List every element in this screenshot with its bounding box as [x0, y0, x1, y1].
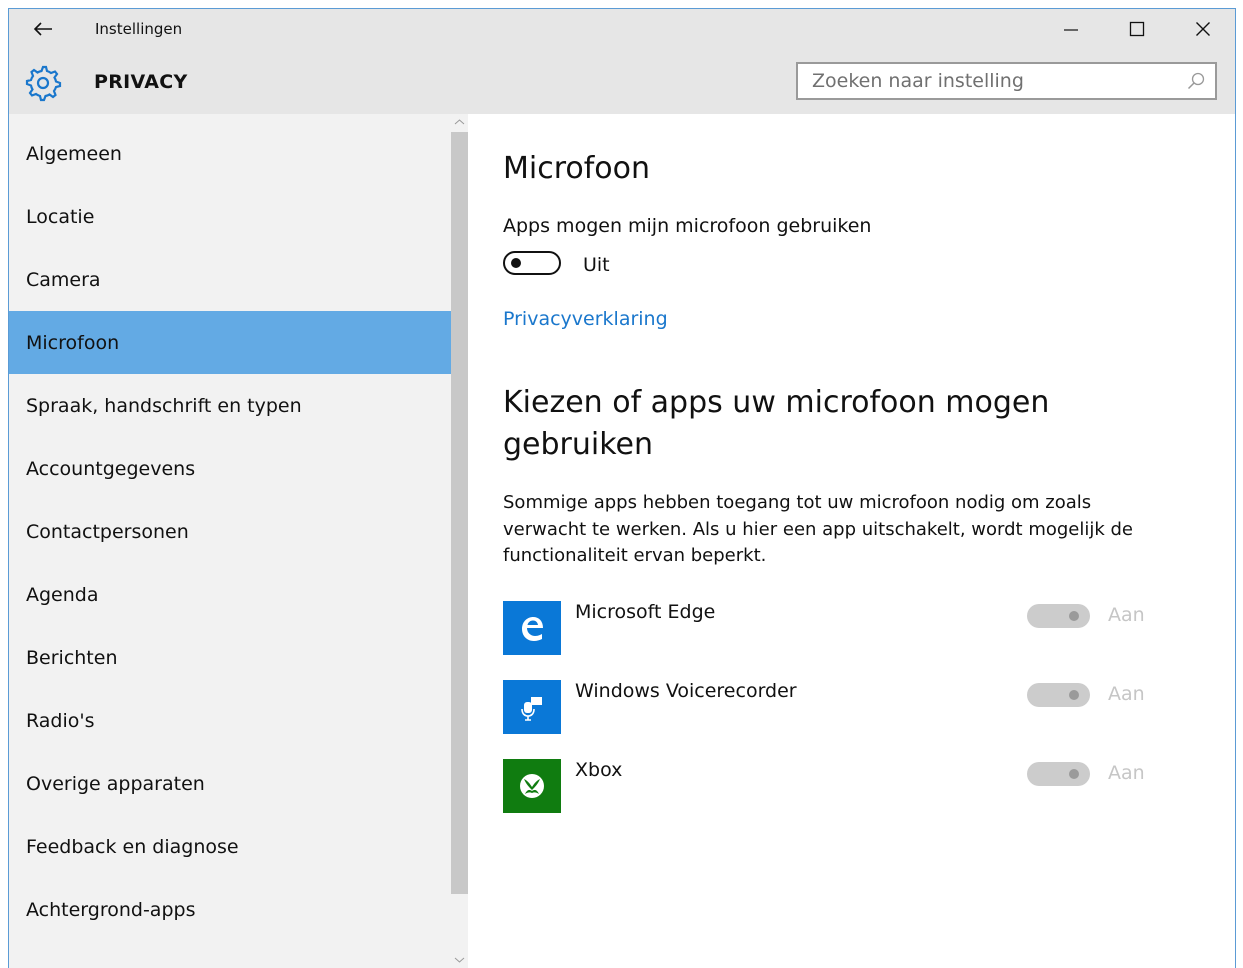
sidebar-item-label: Contactpersonen — [26, 520, 189, 543]
sidebar-item-algemeen[interactable]: Algemeen — [9, 122, 451, 185]
scrollbar-thumb[interactable] — [451, 132, 468, 894]
sidebar-item-label: Accountgegevens — [26, 457, 196, 480]
sidebar-item-locatie[interactable]: Locatie — [9, 185, 451, 248]
scroll-up-icon[interactable] — [454, 118, 465, 126]
section-heading: Microfoon — [503, 151, 651, 186]
apps-section-heading: Kiezen of apps uw microfoon mogen gebrui… — [503, 385, 1050, 462]
sidebar-item-radios[interactable]: Radio's — [9, 689, 451, 752]
app-name: Windows Voicerecorder — [575, 680, 797, 702]
microphone-setting-label: Apps mogen mijn microfoon gebruiken — [503, 215, 872, 237]
main-content: Microfoon Apps mogen mijn microfoon gebr… — [468, 114, 1235, 968]
maximize-icon — [1129, 21, 1145, 37]
sidebar-item-label: Locatie — [26, 205, 95, 228]
sidebar-item-berichten[interactable]: Berichten — [9, 626, 451, 689]
sidebar-item-achtergrond-apps[interactable]: Achtergrond-apps — [9, 878, 451, 941]
sidebar-item-feedback[interactable]: Feedback en diagnose — [9, 815, 451, 878]
app-toggle-xbox[interactable] — [1027, 762, 1090, 786]
sidebar-item-agenda[interactable]: Agenda — [9, 563, 451, 626]
voice-recorder-icon — [503, 680, 561, 734]
sidebar-item-label: Algemeen — [26, 142, 122, 165]
sidebar-item-microfoon[interactable]: Microfoon — [9, 311, 451, 374]
search-icon[interactable] — [1187, 72, 1205, 90]
sidebar-item-spraak[interactable]: Spraak, handschrift en typen — [9, 374, 451, 437]
maximize-button[interactable] — [1105, 9, 1169, 49]
voice-recorder-logo — [521, 697, 542, 721]
app-toggle-edge[interactable] — [1027, 604, 1090, 628]
close-button[interactable] — [1171, 9, 1235, 49]
gear-icon — [25, 65, 62, 102]
page-title: PRIVACY — [94, 71, 188, 93]
sidebar-item-label: Feedback en diagnose — [26, 835, 239, 858]
settings-window: Instellingen PRIVACY Zoeken naar instell… — [8, 8, 1236, 968]
app-name: Xbox — [575, 759, 623, 781]
sidebar-item-contactpersonen[interactable]: Contactpersonen — [9, 500, 451, 563]
app-row-voice-recorder: Windows Voicerecorder Aan — [503, 680, 1183, 738]
sidebar-item-label: Radio's — [26, 709, 95, 732]
sidebar-item-label: Agenda — [26, 583, 99, 606]
microphone-toggle[interactable] — [503, 251, 561, 275]
edge-logo — [522, 617, 543, 641]
search-input[interactable] — [798, 64, 1168, 98]
search-box[interactable] — [796, 62, 1217, 100]
sidebar-item-label: Microfoon — [26, 331, 120, 354]
app-name: Microsoft Edge — [575, 601, 716, 623]
xbox-icon — [503, 759, 561, 813]
toggle-knob — [511, 258, 521, 268]
app-row-xbox: Xbox Aan — [503, 759, 1183, 817]
sidebar-nav: Algemeen Locatie Camera Microfoon Spraak… — [9, 114, 451, 968]
toggle-state-label: Uit — [583, 254, 610, 276]
toggle-knob — [1069, 769, 1079, 779]
app-toggle-state: Aan — [1108, 762, 1145, 784]
sidebar-item-accountgegevens[interactable]: Accountgegevens — [9, 437, 451, 500]
scroll-down-icon[interactable] — [454, 956, 465, 964]
xbox-logo — [520, 774, 544, 798]
title-bar: Instellingen — [9, 9, 1235, 49]
toggle-knob — [1069, 690, 1079, 700]
app-toggle-voice-recorder[interactable] — [1027, 683, 1090, 707]
edge-icon — [503, 601, 561, 655]
back-arrow-icon — [33, 22, 52, 36]
sidebar-item-label: Achtergrond-apps — [26, 898, 196, 921]
page-header: PRIVACY — [9, 49, 1235, 114]
app-row-microsoft-edge: Microsoft Edge Aan — [503, 601, 1183, 659]
sidebar-item-overige-apparaten[interactable]: Overige apparaten — [9, 752, 451, 815]
toggle-knob — [1069, 611, 1079, 621]
minimize-icon — [1064, 29, 1078, 31]
sidebar-item-label: Spraak, handschrift en typen — [26, 394, 302, 417]
app-toggle-state: Aan — [1108, 604, 1145, 626]
sidebar-item-camera[interactable]: Camera — [9, 248, 451, 311]
app-toggle-state: Aan — [1108, 683, 1145, 705]
minimize-button[interactable] — [1039, 9, 1103, 49]
sidebar-item-label: Overige apparaten — [26, 772, 205, 795]
apps-section-description: Sommige apps hebben toegang tot uw micro… — [503, 492, 1134, 566]
sidebar-item-label: Camera — [26, 268, 101, 291]
privacy-statement-link[interactable]: Privacyverklaring — [503, 308, 668, 330]
close-icon — [1196, 22, 1210, 36]
sidebar-scrollbar[interactable] — [451, 114, 468, 968]
sidebar-item-label: Berichten — [26, 646, 118, 669]
back-button[interactable] — [23, 15, 63, 43]
window-title: Instellingen — [95, 20, 183, 38]
